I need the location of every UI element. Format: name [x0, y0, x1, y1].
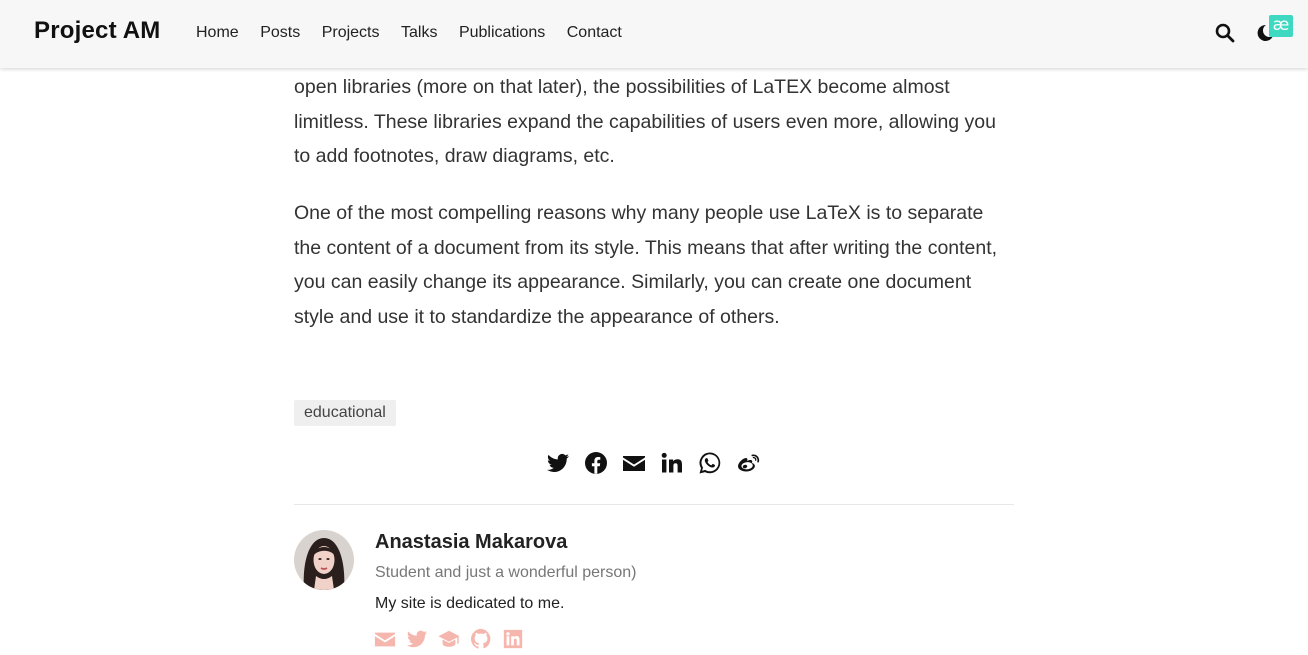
weibo-icon[interactable] — [736, 451, 760, 475]
nav-link-home[interactable]: Home — [196, 24, 239, 42]
whatsapp-icon[interactable] — [698, 451, 722, 475]
nav-link-contact[interactable]: Contact — [567, 24, 622, 42]
linkedin-icon[interactable] — [660, 451, 684, 475]
nav-menu: Home Posts Projects Talks Publications C… — [196, 24, 643, 42]
divider — [294, 504, 1014, 505]
author-description: My site is dedicated to me. — [375, 595, 565, 612]
share-buttons — [546, 451, 774, 475]
linkedin-icon[interactable] — [502, 628, 524, 650]
article-paragraph: open libraries (more on that later), the… — [294, 76, 996, 168]
navbar: Project AM Home Posts Projects Talks Pub… — [0, 0, 1308, 68]
author-social-links — [374, 628, 534, 650]
author-name: Anastasia Makarova — [375, 531, 568, 553]
twitter-icon[interactable] — [546, 451, 570, 475]
email-icon[interactable] — [374, 628, 396, 650]
nav-link-projects[interactable]: Projects — [322, 24, 380, 42]
nav-link-talks[interactable]: Talks — [401, 24, 437, 42]
brand-logo[interactable]: Project AM — [34, 17, 160, 45]
author-subtitle: Student and just a wonderful person) — [375, 564, 637, 581]
graduation-cap-icon[interactable] — [438, 628, 460, 650]
facebook-icon[interactable] — [584, 451, 608, 475]
nav-link-publications[interactable]: Publications — [459, 24, 545, 42]
twitter-icon[interactable] — [406, 628, 428, 650]
article-paragraph: One of the most compelling reasons why m… — [294, 202, 998, 328]
github-icon[interactable] — [470, 628, 492, 650]
ae-extension-badge[interactable]: æ — [1269, 15, 1293, 37]
tag-educational[interactable]: educational — [294, 400, 396, 426]
avatar — [294, 530, 354, 590]
nav-link-posts[interactable]: Posts — [260, 24, 300, 42]
email-icon[interactable] — [622, 451, 646, 475]
search-icon[interactable] — [1215, 23, 1235, 43]
